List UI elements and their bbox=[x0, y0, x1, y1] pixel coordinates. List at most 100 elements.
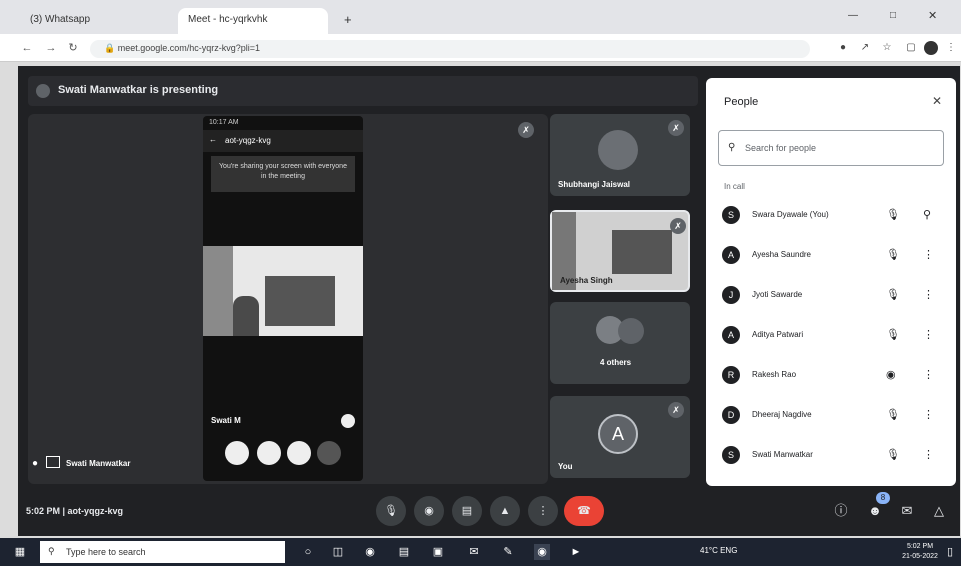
phone-time: 10:17 AM bbox=[209, 119, 239, 126]
close-panel-icon[interactable]: ✕ bbox=[932, 94, 942, 108]
star-icon[interactable]: ☆ bbox=[880, 41, 894, 55]
mic-off-icon: 🎙 bbox=[886, 409, 900, 421]
participant-name: Ayesha Saundre bbox=[752, 250, 812, 259]
more-options-icon[interactable]: ⋮ bbox=[923, 248, 934, 261]
participant-name: Jyoti Sawarde bbox=[752, 290, 803, 299]
chrome-icon[interactable]: ◉ bbox=[534, 544, 550, 560]
participant-avatar: S bbox=[722, 206, 740, 224]
camera-icon[interactable]: ● bbox=[836, 41, 850, 55]
pen-icon[interactable]: ✎ bbox=[500, 544, 516, 560]
participant-name: Aditya Patwari bbox=[752, 330, 804, 339]
more-options-icon[interactable]: ⋮ bbox=[923, 408, 934, 421]
participant-count-badge: 8 bbox=[876, 492, 890, 504]
reload-icon[interactable]: ↻ bbox=[66, 41, 80, 55]
participant-row[interactable]: A Ayesha Saundre 🎙 ⋮ bbox=[718, 238, 948, 272]
taskbar-search-placeholder: Type here to search bbox=[66, 547, 146, 557]
presenter-mic-icon: ● bbox=[32, 458, 39, 469]
mic-off-icon: 🎙 bbox=[886, 449, 900, 461]
participant-tile[interactable]: ✗ Shubhangi Jaiswal bbox=[550, 114, 690, 196]
more-options-button[interactable]: ⋮ bbox=[528, 496, 558, 526]
participant-row[interactable]: D Dheeraj Nagdive 🎙 ⋮ bbox=[718, 398, 948, 432]
phone-controls bbox=[203, 421, 363, 481]
person-silhouette bbox=[233, 296, 259, 336]
cortana-icon[interactable]: ○ bbox=[300, 544, 316, 560]
participant-avatar: D bbox=[722, 406, 740, 424]
search-icon: ⚲ bbox=[48, 546, 55, 556]
participant-name: Ayesha Singh bbox=[560, 276, 613, 285]
chat-icon[interactable]: ✉ bbox=[896, 500, 918, 522]
captions-button[interactable]: ▤ bbox=[452, 496, 482, 526]
phone-status-bar: 10:17 AM bbox=[203, 116, 363, 130]
others-tile[interactable]: 4 others bbox=[550, 302, 690, 384]
meet-window: Swati Manwatkar is presenting 10:17 AM ←… bbox=[18, 66, 960, 536]
more-options-icon[interactable]: ⋮ bbox=[923, 328, 934, 341]
mic-off-icon: 🎙 bbox=[886, 249, 900, 261]
end-call-button[interactable]: ☎ bbox=[564, 496, 604, 526]
participant-avatar: A bbox=[722, 246, 740, 264]
participant-avatar: J bbox=[722, 286, 740, 304]
participant-name: Swara Dyawale (You) bbox=[752, 210, 829, 219]
participant-row[interactable]: S Swara Dyawale (You) 🎙 ⚲ bbox=[718, 198, 948, 232]
task-view-icon[interactable]: ◫ bbox=[330, 544, 346, 560]
tablet-icon[interactable]: ▢ bbox=[904, 41, 918, 55]
mic-on-icon: ◉ bbox=[886, 369, 896, 381]
mail-icon[interactable]: ✉ bbox=[466, 544, 482, 560]
app-icon[interactable]: ► bbox=[568, 544, 584, 560]
mic-off-icon: 🎙 bbox=[886, 289, 900, 301]
participant-avatar: A bbox=[722, 326, 740, 344]
present-button[interactable]: ▲ bbox=[490, 496, 520, 526]
participant-name: Rakesh Rao bbox=[752, 370, 797, 379]
participant-row[interactable]: J Jyoti Sawarde 🎙 ⋮ bbox=[718, 278, 948, 312]
url-field[interactable]: 🔒 meet.google.com/hc-yqrz-kvg?pli=1 bbox=[90, 40, 810, 58]
maximize-icon[interactable]: □ bbox=[890, 10, 896, 21]
mic-off-icon: 🎙 bbox=[886, 209, 900, 221]
presenter-screen-icon bbox=[46, 456, 60, 468]
windows-start-icon[interactable]: ▦ bbox=[12, 544, 28, 560]
pin-icon[interactable]: ⚲ bbox=[923, 208, 931, 221]
mic-toggle-button[interactable]: 🎙 bbox=[376, 496, 406, 526]
back-icon[interactable]: ← bbox=[20, 41, 34, 55]
meeting-info: 5:02 PM | aot-yqgz-kvg bbox=[26, 506, 124, 516]
phone-share-icon bbox=[287, 441, 311, 465]
browser-menu-icon[interactable]: ⋮ bbox=[944, 41, 958, 55]
tab-label: Meet - hc-yqrkvhk bbox=[188, 14, 268, 25]
participant-row[interactable]: A Aditya Patwari 🎙 ⋮ bbox=[718, 318, 948, 352]
camera-toggle-button[interactable]: ◉ bbox=[414, 496, 444, 526]
notification-icon[interactable]: ▯ bbox=[942, 544, 958, 560]
participant-tile-active[interactable]: ✗ Ayesha Singh bbox=[550, 210, 690, 292]
share-icon[interactable]: ↗ bbox=[858, 41, 872, 55]
tab-meet[interactable]: Meet - hc-yqrkvhk bbox=[178, 8, 328, 34]
search-icon: ⚲ bbox=[728, 142, 736, 153]
edge-icon[interactable]: ◉ bbox=[362, 544, 378, 560]
participant-name: Dheeraj Nagdive bbox=[752, 410, 812, 419]
participant-row[interactable]: R Rakesh Rao ◉ ⋮ bbox=[718, 358, 948, 392]
self-tile[interactable]: A ✗ You bbox=[550, 396, 690, 478]
taskbar-search-box[interactable]: ⚲ Type here to search bbox=[40, 541, 285, 563]
more-options-icon[interactable]: ⋮ bbox=[923, 448, 934, 461]
phone-more-icon bbox=[317, 441, 341, 465]
blackboard bbox=[612, 230, 672, 274]
phone-video-feed bbox=[203, 246, 363, 336]
activities-icon[interactable]: △ bbox=[928, 500, 950, 522]
shared-screen: 10:17 AM ← aot-yqgz-kvg You're sharing y… bbox=[203, 116, 363, 481]
blackboard bbox=[265, 276, 335, 326]
more-options-icon[interactable]: ⋮ bbox=[923, 288, 934, 301]
forward-icon[interactable]: → bbox=[44, 41, 58, 55]
more-options-icon[interactable]: ⋮ bbox=[923, 368, 934, 381]
phone-mic-icon bbox=[225, 441, 249, 465]
tab-whatsapp[interactable]: (3) Whatsapp bbox=[20, 8, 170, 34]
close-icon[interactable]: ✕ bbox=[928, 9, 937, 22]
participant-row[interactable]: S Swati Manwatkar 🎙 ⋮ bbox=[718, 438, 948, 472]
people-search-input[interactable]: ⚲ Search for people bbox=[718, 130, 944, 166]
presenting-text: Swati Manwatkar is presenting bbox=[58, 84, 219, 96]
taskbar-clock[interactable]: 5:02 PM 21-05-2022 bbox=[900, 542, 940, 562]
store-icon[interactable]: ▣ bbox=[430, 544, 446, 560]
info-icon[interactable]: ⓘ bbox=[830, 500, 852, 522]
self-avatar: A bbox=[598, 414, 638, 454]
in-call-heading: In call bbox=[724, 182, 745, 191]
profile-avatar[interactable] bbox=[924, 41, 938, 55]
minimize-icon[interactable]: — bbox=[848, 10, 858, 21]
file-explorer-icon[interactable]: ▤ bbox=[396, 544, 412, 560]
participant-avatar bbox=[618, 318, 644, 344]
new-tab-button[interactable]: + bbox=[338, 8, 362, 34]
